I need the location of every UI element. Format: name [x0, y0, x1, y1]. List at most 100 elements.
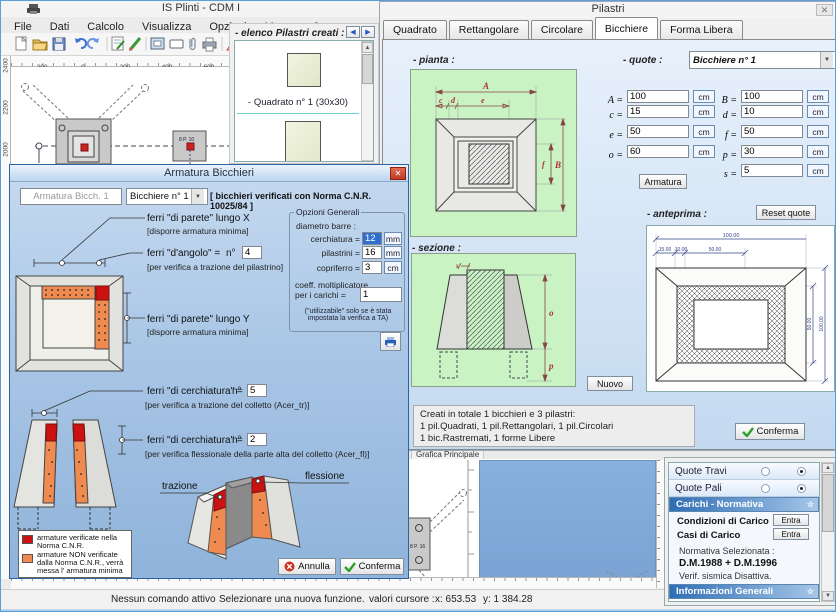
- pilastrini-input[interactable]: [362, 246, 382, 259]
- field-o-input[interactable]: [627, 145, 689, 158]
- prev-button[interactable]: ◀: [346, 26, 360, 38]
- elenco-scrollbar[interactable]: ▲: [361, 41, 374, 161]
- anteprima-dim-w1: 15.00: [659, 247, 672, 253]
- right-panel-scrollbar[interactable]: ▲ ▼: [821, 462, 835, 602]
- coeff-label2: per i carichi =: [295, 290, 346, 300]
- quote-pali-radio-off[interactable]: [761, 484, 770, 493]
- plinto-3-label: 8 P. 16: [410, 544, 425, 550]
- legend-item-2: armature NON verificate dalla Norma C.N.…: [37, 551, 129, 575]
- tab-rettangolare[interactable]: Rettangolare: [449, 20, 529, 39]
- reset-quote-button[interactable]: Reset quote: [756, 205, 816, 220]
- scroll-up-icon[interactable]: ▲: [822, 463, 834, 473]
- cerchiatura-input[interactable]: [362, 232, 382, 245]
- field-B-input[interactable]: [741, 90, 803, 103]
- armatura-button[interactable]: Armatura: [639, 174, 687, 189]
- anteprima-label: - anteprima :: [647, 209, 707, 220]
- collapse-icon[interactable]: ☆: [807, 500, 814, 509]
- quote-pali-radio-on[interactable]: [797, 484, 806, 493]
- quote-dropdown[interactable]: Bicchiere n° 1 ▼: [689, 51, 836, 69]
- field-p-input[interactable]: [741, 145, 803, 158]
- save-icon[interactable]: [53, 38, 65, 50]
- open-folder-icon[interactable]: [33, 40, 47, 50]
- quote-dropdown-value: Bicchiere n° 1: [693, 55, 756, 66]
- field-s-input[interactable]: [741, 164, 803, 177]
- pilastri-tabs: Quadrato Rettangolare Circolare Bicchier…: [383, 18, 835, 39]
- elenco-list[interactable]: - Quadrato n° 1 (30x30) ▲: [234, 40, 374, 162]
- tab-bicchiere[interactable]: Bicchiere: [595, 17, 658, 39]
- field-f-input[interactable]: [741, 125, 803, 138]
- anteprima-dim-w3: 50.00: [709, 247, 722, 253]
- armatura-name-input[interactable]: [20, 188, 122, 205]
- right-panel-list: Quote Travi Quote Pali Carichi - Normati…: [668, 462, 820, 602]
- cerchiatura1-input[interactable]: [247, 384, 267, 397]
- clip-icon[interactable]: [190, 38, 195, 49]
- cad-drawing-pali[interactable]: 8 P. 16: [406, 460, 478, 578]
- main-title: IS Plinti - CDM I: [111, 2, 291, 14]
- new-file-icon[interactable]: [16, 37, 26, 50]
- opzioni-group: Opzioni Generali diametro barre : cerchi…: [289, 212, 405, 332]
- pianta-panel: A c d e s f B: [410, 69, 577, 237]
- pilastro-thumb[interactable]: [285, 121, 321, 162]
- scroll-down-icon[interactable]: ▼: [822, 591, 834, 601]
- nuovo-button[interactable]: Nuovo: [587, 376, 633, 391]
- cerchiatura2-input[interactable]: [247, 433, 267, 446]
- pilastri-content: - pianta : - quote : Bicchiere n° 1 ▼: [382, 39, 836, 450]
- dialog-conferma-button[interactable]: Conferma: [340, 558, 404, 575]
- field-f: f =cm: [717, 125, 737, 143]
- field-A-input[interactable]: [627, 90, 689, 103]
- print-button[interactable]: [380, 332, 401, 351]
- scroll-thumb[interactable]: [362, 54, 373, 84]
- scroll-up-icon[interactable]: ▲: [362, 42, 373, 53]
- cerchiatura1-n: n°: [232, 386, 242, 397]
- view-icon[interactable]: [151, 38, 164, 49]
- field-e-input[interactable]: [627, 125, 689, 138]
- dim-letter-c: c: [439, 96, 443, 105]
- tab-forma-libera[interactable]: Forma Libera: [660, 20, 742, 39]
- rectangle-icon[interactable]: [170, 40, 183, 48]
- field-e-unit: cm: [693, 125, 715, 138]
- undo-icon[interactable]: [75, 38, 86, 48]
- row-quote-pali[interactable]: Quote Pali: [669, 480, 819, 497]
- list-item-label[interactable]: - Quadrato n° 1 (30x30): [235, 97, 361, 108]
- tab-circolare[interactable]: Circolare: [531, 20, 593, 39]
- field-c-input[interactable]: [627, 105, 689, 118]
- row-quote-travi[interactable]: Quote Travi: [669, 463, 819, 480]
- condizioni-entra-button[interactable]: Entra: [773, 514, 809, 526]
- annulla-button[interactable]: Annulla: [278, 558, 336, 575]
- cerchiatura1-sub: [per verifica a trazione del colletto (A…: [145, 400, 309, 410]
- ferri-angolo-n: n°: [226, 248, 236, 259]
- field-d-input[interactable]: [741, 105, 803, 118]
- pilastri-conferma-label: Conferma: [757, 426, 799, 437]
- quote-pali-label: Quote Pali: [675, 483, 722, 494]
- informazioni-header[interactable]: Informazioni Generali ☆: [669, 584, 819, 599]
- next-button[interactable]: ▶: [361, 26, 375, 38]
- printer-icon[interactable]: [203, 38, 216, 51]
- dialog-close-button[interactable]: ✕: [390, 167, 406, 180]
- print-icon: [384, 336, 397, 347]
- copriferro-label: copriferro =: [290, 263, 360, 273]
- quote-travi-radio-off[interactable]: [761, 467, 770, 476]
- copriferro-input[interactable]: [362, 261, 382, 274]
- pianta-label: - pianta :: [413, 55, 455, 66]
- pencil-icon[interactable]: [129, 38, 140, 51]
- list-separator: [237, 113, 359, 114]
- pin-icon[interactable]: ☆: [807, 587, 814, 596]
- pilastri-conferma-button[interactable]: Conferma: [735, 423, 805, 440]
- bicchiere-dropdown[interactable]: Bicchiere n° 1 ▼: [126, 188, 208, 205]
- field-f-unit: cm: [807, 125, 829, 138]
- quote-travi-radio-on[interactable]: [797, 467, 806, 476]
- tab-quadrato[interactable]: Quadrato: [383, 20, 447, 39]
- pilastro-thumb[interactable]: [287, 53, 321, 87]
- summary-box: Creati in totale 1 bicchieri e 3 pilastr…: [413, 405, 695, 447]
- casi-entra-button[interactable]: Entra: [773, 528, 809, 540]
- edit-form-icon[interactable]: [112, 37, 124, 50]
- scroll-thumb[interactable]: [822, 474, 834, 532]
- carichi-header[interactable]: Carichi - Normativa ☆: [669, 497, 819, 512]
- legend-red-swatch: [22, 535, 33, 544]
- coeff-input[interactable]: [360, 287, 402, 302]
- close-button[interactable]: ✕: [816, 4, 833, 16]
- cad-drawing-plinti[interactable]: 8 P. 10: [11, 67, 229, 164]
- ferri-angolo-input[interactable]: [242, 246, 262, 259]
- redo-icon[interactable]: [88, 38, 99, 48]
- field-o-label: o =: [603, 150, 623, 161]
